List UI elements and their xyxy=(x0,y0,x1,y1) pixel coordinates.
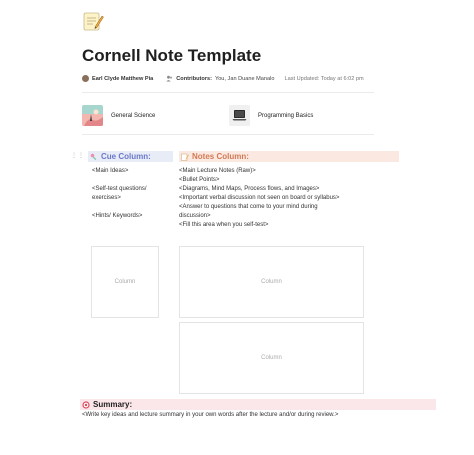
notes-line: <Diagrams, Mind Maps, Process flows, and… xyxy=(179,186,320,192)
notes-column-title: Notes Column: xyxy=(192,152,249,161)
notes-column-block-2[interactable]: Column xyxy=(179,322,364,394)
cue-column-title: Cue Column: xyxy=(101,152,151,161)
notes-line: <Important verbal discussion not seen on… xyxy=(179,195,340,201)
cue-line xyxy=(92,176,147,185)
summary-title: Summary: xyxy=(93,400,133,409)
notes-column-header: Notes Column: xyxy=(179,151,399,162)
landscape-thumbnail-icon xyxy=(82,105,103,126)
cue-line: <Main Ideas> xyxy=(92,168,129,174)
divider xyxy=(82,134,374,135)
linked-doc-general-science[interactable]: General Science xyxy=(82,105,155,126)
notes-line: discussion> xyxy=(179,213,211,219)
cue-line xyxy=(92,203,147,212)
page-title: Cornell Note Template xyxy=(82,46,262,65)
notes-column-block-1[interactable]: Column xyxy=(179,246,364,318)
summary-header: Summary: xyxy=(80,399,436,410)
cue-column-body[interactable]: <Main Ideas> <Self-test questions/ exerc… xyxy=(92,167,147,221)
contributors-list[interactable]: You, Jan Duane Manalo xyxy=(215,76,275,82)
notes-line: <Fill this area when you self-test> xyxy=(179,222,269,228)
cue-column-block[interactable]: Column xyxy=(91,246,159,318)
last-updated: Last Updated: Today at 6:02 pm xyxy=(284,75,364,82)
contributors-label: Contributors: xyxy=(176,75,212,82)
author-name[interactable]: Earl Clyde Matthew Pia xyxy=(92,76,153,82)
memo-icon xyxy=(181,153,189,161)
linked-doc-label: General Science xyxy=(111,112,156,119)
linked-doc-programming-basics[interactable]: Programming Basics xyxy=(229,105,313,126)
linked-doc-label: Programming Basics xyxy=(258,112,314,119)
column-placeholder: Column xyxy=(114,279,136,285)
key-icon xyxy=(90,153,98,161)
page-meta: Earl Clyde Matthew Pia Contributors: You… xyxy=(82,75,364,82)
notes-line: <Bullet Points> xyxy=(179,177,220,183)
cue-line: <Self-test questions/ xyxy=(92,186,147,192)
contributors-icon xyxy=(166,75,173,82)
cue-line: exercises> xyxy=(92,195,121,201)
notes-line: <Answer to questions that come to your m… xyxy=(179,204,318,210)
avatar[interactable] xyxy=(82,75,89,82)
laptop-thumbnail-icon xyxy=(229,105,250,126)
divider xyxy=(82,92,374,93)
drag-handle-icon[interactable]: ⋮⋮ xyxy=(71,152,85,159)
summary-text[interactable]: <Write key ideas and lecture summary in … xyxy=(82,411,338,420)
target-icon xyxy=(82,400,90,409)
memo-icon[interactable] xyxy=(82,10,104,32)
cue-line: <Hints/ Keywords> xyxy=(92,213,143,219)
notes-column-body[interactable]: <Main Lecture Notes (Raw)> <Bullet Point… xyxy=(179,167,339,230)
column-placeholder: Column xyxy=(261,279,282,285)
cue-column-header: Cue Column: xyxy=(88,151,173,162)
column-placeholder: Column xyxy=(261,355,282,361)
notes-line: <Main Lecture Notes (Raw)> xyxy=(179,168,256,174)
